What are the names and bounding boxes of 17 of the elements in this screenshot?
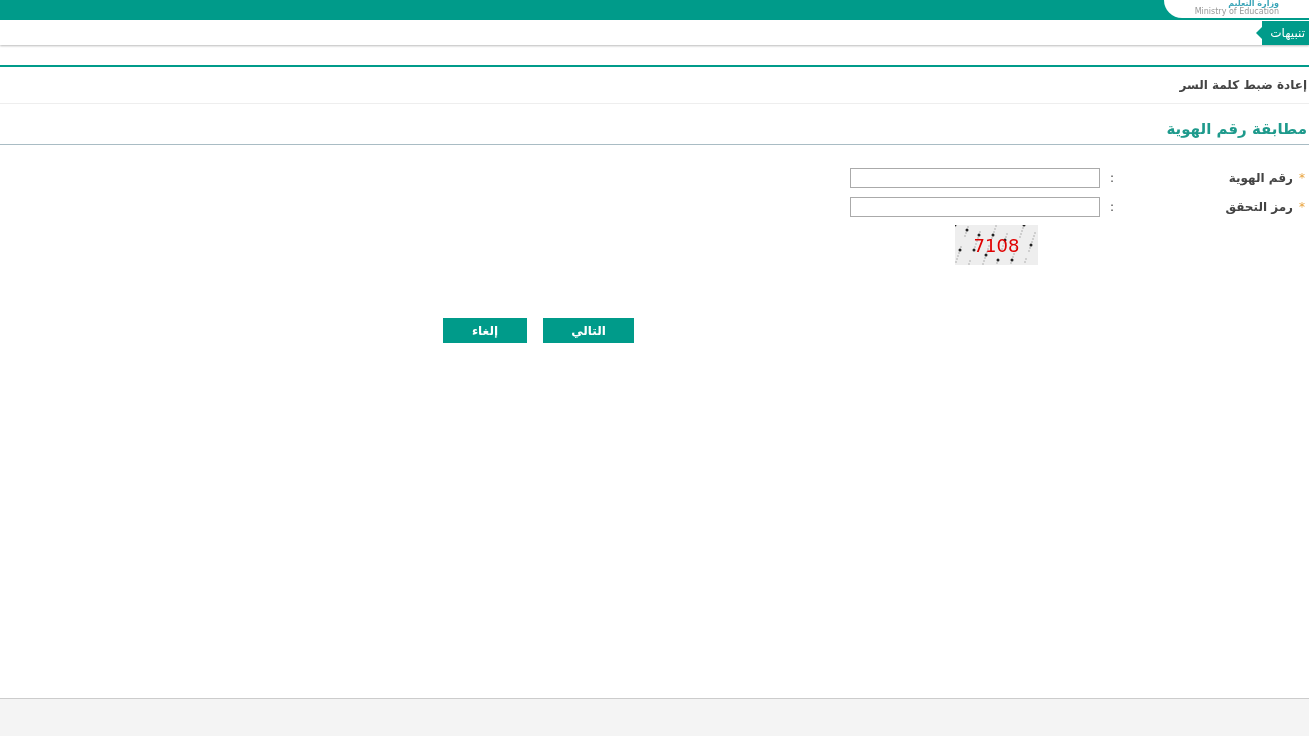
label-colon: : [1108,170,1114,187]
page-title: إعادة ضبط كلمة السر [1179,77,1307,94]
next-button[interactable]: التالي [543,318,634,343]
section-title: مطابقة رقم الهوية [1166,118,1307,140]
field-label: رقم الهوية [1228,170,1293,187]
label-colon: : [1108,199,1114,216]
required-asterisk: * [1299,199,1305,216]
cancel-button[interactable]: إلغاء [443,318,527,343]
field-label: رمز التحقق [1225,199,1293,216]
required-asterisk: * [1299,170,1305,187]
logo-subtitle: Ministry of Education [1194,8,1279,16]
captcha-code: 7108 [973,233,1020,258]
logo-text: وزارة التعليم [1228,0,1279,8]
tab-pointer-icon [1256,26,1263,39]
text-input[interactable] [850,197,1100,217]
text-input[interactable] [850,168,1100,188]
notifications-tab[interactable]: تنبيهات [1262,20,1309,45]
